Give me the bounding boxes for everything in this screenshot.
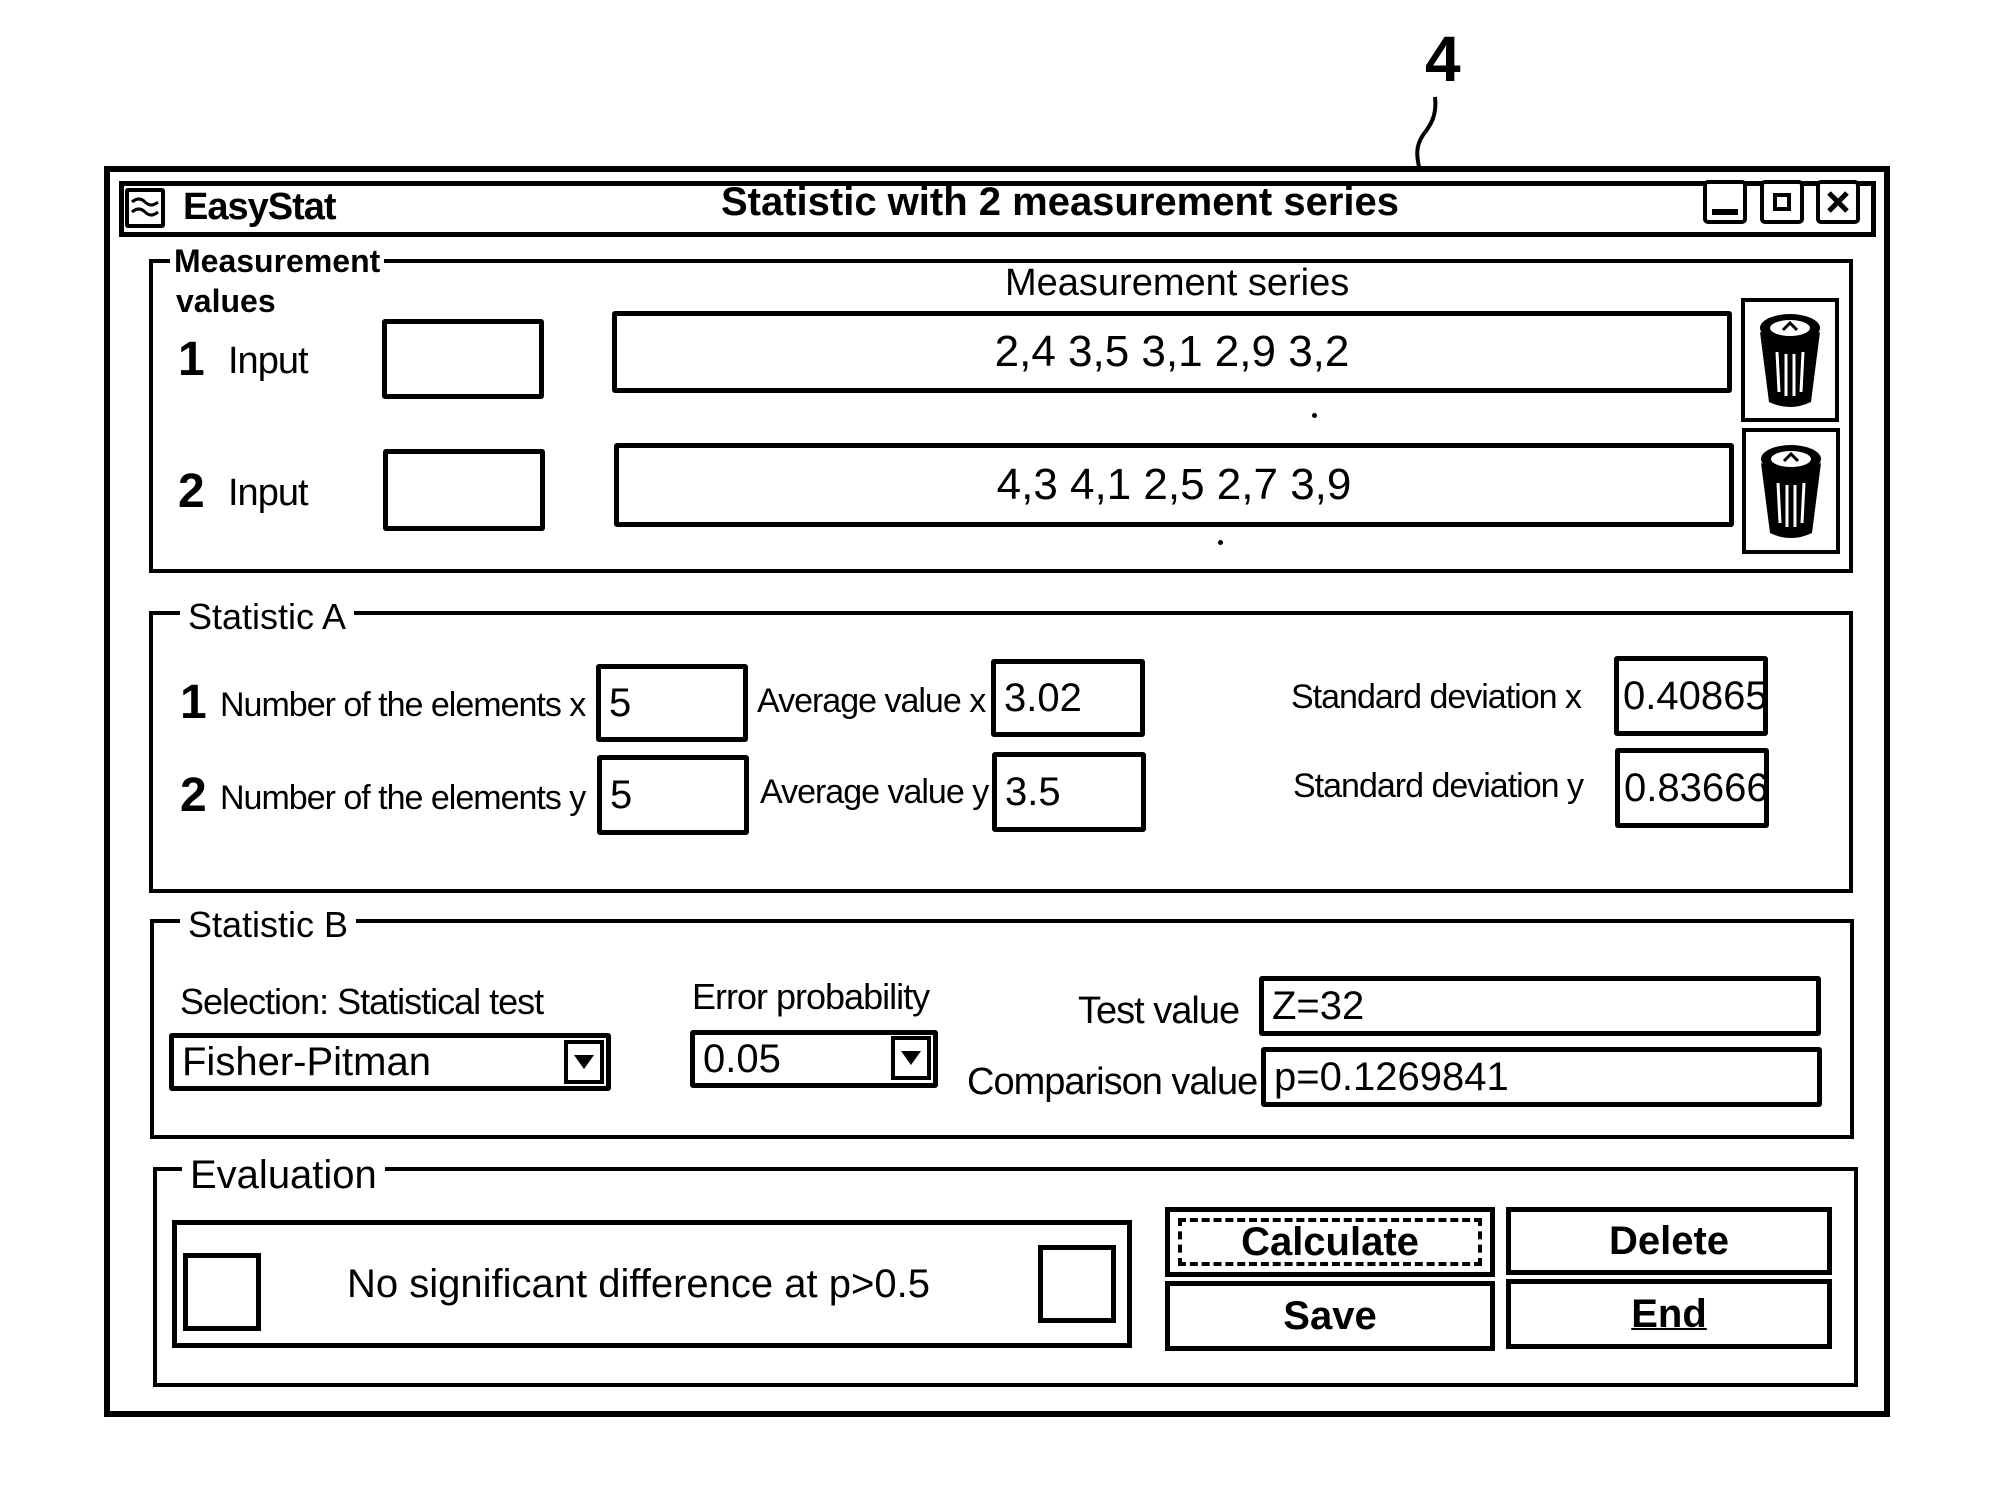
statistical-test-value: Fisher-Pitman	[182, 1039, 431, 1084]
significant-difference-checkbox-right[interactable]	[1038, 1245, 1116, 1323]
end-button[interactable]: End	[1506, 1279, 1832, 1349]
leader-line	[1415, 96, 1438, 168]
maximize-button[interactable]	[1760, 180, 1804, 224]
series-2-input-field[interactable]	[383, 449, 545, 531]
test-value-field[interactable]: Z=32	[1259, 976, 1821, 1036]
series-1-input-label: Input	[228, 340, 309, 382]
save-button[interactable]: Save	[1165, 1281, 1495, 1351]
statistical-test-select[interactable]: Fisher-Pitman	[169, 1033, 611, 1091]
evaluation-legend: Evaluation	[182, 1153, 385, 1198]
minimize-icon	[1712, 209, 1738, 215]
count-x-label: Number of the elements x	[220, 686, 586, 724]
series-1-input-field[interactable]	[382, 319, 544, 399]
close-button[interactable]	[1816, 180, 1860, 224]
series-2-input-label: Input	[228, 472, 309, 514]
measurement-legend-line1: Measurement	[170, 243, 385, 280]
series-2-values-field[interactable]: 4,3 4,1 2,5 2,7 3,9	[614, 443, 1734, 527]
comparison-value-label: Comparison value	[967, 1061, 1258, 1103]
statistic-a-legend: Statistic A	[180, 596, 355, 638]
average-y-label: Average value y	[760, 773, 989, 811]
trash-icon	[1760, 314, 1820, 407]
evaluation-result-text: No significant difference at p>0.5	[347, 1262, 930, 1306]
series-1-values-field[interactable]: 2,4 3,5 3,1 2,9 3,2	[612, 311, 1732, 393]
measurement-legend-line2: values	[176, 283, 276, 319]
app-name: EasyStat	[183, 186, 337, 228]
significant-difference-checkbox-left[interactable]	[183, 1253, 261, 1331]
chevron-down-icon	[574, 1055, 594, 1069]
series-1-index: 1	[178, 333, 205, 386]
error-probability-dropdown-button[interactable]	[891, 1036, 931, 1080]
stat-a-row-2-index: 2	[180, 769, 207, 822]
figure-reference-numeral: 4	[1425, 23, 1461, 95]
app-logo-icon	[125, 188, 165, 228]
statistic-b-legend: Statistic B	[180, 904, 357, 946]
trash-icon	[1761, 445, 1821, 538]
delete-series-1-button[interactable]	[1741, 298, 1839, 422]
calculate-label: Calculate	[1241, 1219, 1419, 1264]
comparison-value-field[interactable]: p=0.1269841	[1261, 1047, 1822, 1107]
measurement-series-header: Measurement series	[1005, 262, 1350, 304]
artifact-dot	[1312, 413, 1317, 418]
chevron-down-icon	[901, 1051, 921, 1065]
artifact-dot	[1218, 540, 1223, 545]
std-dev-y-label: Standard deviation y	[1293, 767, 1584, 805]
end-label: End	[1631, 1291, 1707, 1336]
maximize-icon	[1773, 193, 1791, 211]
window-title: Statistic with 2 measurement series	[720, 180, 1400, 224]
series-2-index: 2	[178, 465, 205, 518]
average-y-field[interactable]: 3.5	[992, 752, 1146, 832]
minimize-button[interactable]	[1703, 180, 1747, 224]
std-dev-x-label: Standard deviation x	[1291, 678, 1582, 716]
std-dev-y-field[interactable]: 0.83666	[1615, 748, 1769, 828]
delete-label: Delete	[1608, 1218, 1730, 1263]
close-icon	[1827, 191, 1849, 213]
save-label: Save	[1283, 1293, 1377, 1338]
statistical-test-dropdown-button[interactable]	[564, 1040, 604, 1084]
average-x-label: Average value x	[757, 682, 986, 720]
stat-a-row-1-index: 1	[180, 676, 207, 729]
error-probability-value: 0.05	[703, 1036, 781, 1081]
std-dev-x-field[interactable]: 0.40865	[1614, 656, 1768, 736]
delete-button[interactable]: Delete	[1506, 1207, 1832, 1275]
calculate-button[interactable]: Calculate	[1165, 1207, 1495, 1277]
average-x-field[interactable]: 3.02	[991, 659, 1145, 737]
delete-series-2-button[interactable]	[1742, 428, 1840, 554]
count-y-label: Number of the elements y	[220, 779, 586, 817]
count-y-field[interactable]: 5	[597, 755, 749, 835]
test-value-label: Test value	[1078, 990, 1240, 1032]
count-x-field[interactable]: 5	[596, 664, 748, 742]
error-probability-label: Error probability	[692, 976, 930, 1017]
statistical-test-label: Selection: Statistical test	[180, 981, 544, 1022]
